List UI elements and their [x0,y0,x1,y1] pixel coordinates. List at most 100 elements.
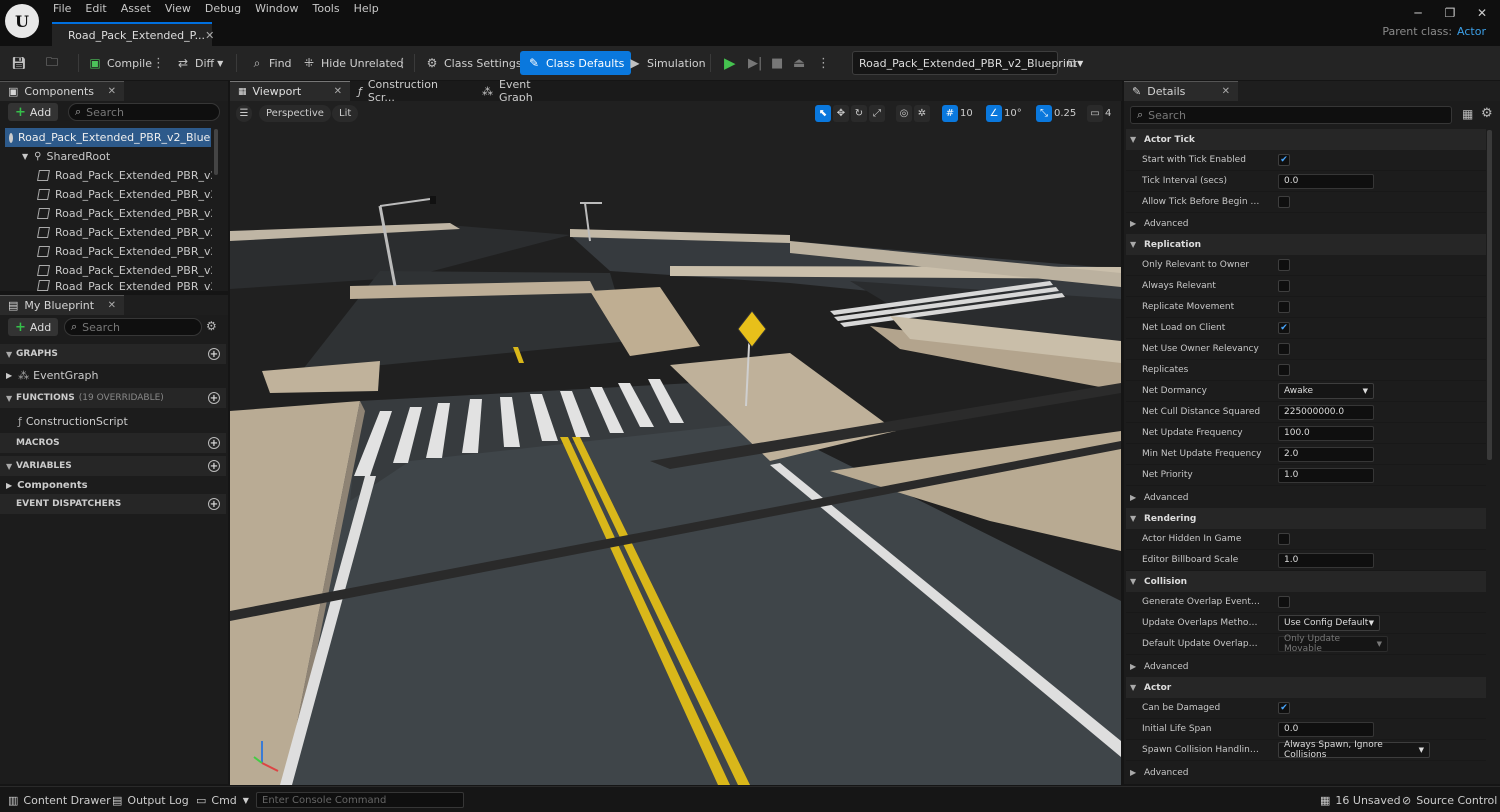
tree-item-mesh[interactable]: Road_Pack_Extended_PBR_v2_mai [0,223,212,242]
class-defaults-button[interactable]: ✎ Class Defaults [520,51,632,75]
content-drawer-button[interactable]: ▥ Content Drawer [8,792,111,808]
settings-gear-icon[interactable]: ⚙ [1481,106,1493,121]
close-icon[interactable]: ✕ [108,300,116,311]
tree-item-mesh[interactable]: Road_Pack_Extended_PBR_v2_med [0,185,212,204]
minimize-button[interactable]: ─ [1408,6,1428,22]
details-scrollbar[interactable] [1487,130,1492,460]
close-window-button[interactable]: ✕ [1472,6,1492,22]
camera-speed[interactable]: ▭ 4 [1087,105,1111,122]
output-log-button[interactable]: ▤ Output Log [112,792,189,808]
net-cull-field[interactable]: 225000000.0 [1278,404,1374,420]
menu-debug[interactable]: Debug [198,0,248,18]
advanced-collision[interactable]: ▶ Advanced [1126,656,1486,677]
hidden-in-game-checkbox[interactable] [1278,533,1290,545]
table-view-icon[interactable]: ▦ [1462,107,1473,121]
net-load-checkbox[interactable]: ✔ [1278,322,1290,334]
start-with-tick-checkbox[interactable]: ✔ [1278,154,1290,166]
section-functions[interactable]: ▼ FUNCTIONS (19 OVERRIDABLE) + [0,388,226,408]
find-options-button[interactable]: ⋮ [396,51,409,75]
life-span-field[interactable]: 0.0 [1278,721,1374,737]
close-icon[interactable]: ✕ [1222,86,1230,97]
add-component-button[interactable]: + Add [8,103,59,121]
allow-tick-checkbox[interactable] [1278,196,1290,208]
section-actor[interactable]: ▼ Actor [1126,677,1486,698]
scale-tool-icon[interactable]: ⤢ [869,105,885,122]
tick-interval-field[interactable]: 0.0 [1278,173,1374,189]
unreal-logo-icon[interactable]: U [5,4,39,38]
components-category[interactable]: ▶ Components [0,475,226,495]
tree-item-mesh[interactable]: Road_Pack_Extended_PBR_v2_ligh [0,261,212,280]
net-update-field[interactable]: 100.0 [1278,425,1374,441]
details-search-input[interactable]: ⌕ Search [1130,106,1452,124]
section-actor-tick[interactable]: ▼ Actor Tick [1126,129,1486,150]
tree-item-root[interactable]: Road_Pack_Extended_PBR_v2_Blueprint [5,128,211,147]
tree-item-mesh[interactable]: Road_Pack_Extended_PBR_v2_med [0,204,212,223]
translate-tool-icon[interactable]: ✥ [833,105,849,122]
settings-gear-icon[interactable]: ⚙ [206,319,217,333]
construction-script-item[interactable]: ƒ ConstructionScript [0,411,226,431]
grid-snap[interactable]: #10 [942,105,973,122]
components-tab[interactable]: ▣ Components ✕ [0,81,124,101]
net-priority-field[interactable]: 1.0 [1278,467,1374,483]
tab-construction-script[interactable]: ƒ Construction Scr... [350,78,474,104]
browse-button[interactable]: 🗀︎ [45,51,64,75]
perspective-button[interactable]: Perspective [259,105,331,122]
close-tab-icon[interactable]: ✕ [205,29,214,42]
tree-item-mesh[interactable]: Road_Pack_Extended_PBR_v2_cor [0,280,212,291]
menu-file[interactable]: File [46,0,78,18]
restore-button[interactable]: ❐ [1440,6,1460,22]
select-tool-icon[interactable]: ⬉ [815,105,831,122]
close-icon[interactable]: ✕ [334,86,342,97]
tab-event-graph[interactable]: ⁂ Event Graph [474,78,574,104]
diff-button[interactable]: ⇄ Diff ▼ [176,51,223,75]
stop-button[interactable]: ■ [771,51,783,75]
surface-snap-icon[interactable]: ✲ [914,105,930,122]
rotate-tool-icon[interactable]: ↻ [851,105,867,122]
menu-view[interactable]: View [158,0,198,18]
advanced-actor-tick[interactable]: ▶ Advanced [1126,213,1486,234]
my-blueprint-tab[interactable]: ▤ My Blueprint ✕ [0,295,124,315]
lit-button[interactable]: Lit [332,105,359,122]
save-button[interactable]: 💾︎ [11,51,31,75]
add-graph-icon[interactable]: + [208,348,220,360]
always-relevant-checkbox[interactable] [1278,280,1290,292]
section-collision[interactable]: ▼ Collision [1126,571,1486,592]
compile-options-button[interactable]: ⋮ [152,51,165,75]
rotation-snap[interactable]: ∠ 10° [986,105,1022,122]
section-event-dispatchers[interactable]: EVENT DISPATCHERS + [0,494,226,514]
eject-button[interactable]: ⏏ [793,51,805,75]
viewport-3d[interactable]: ☰ Perspective Lit ⬉ ✥ ↻ ⤢ ◎ ✲ #10 ∠ 10° ⤡… [230,101,1121,785]
scale-snap[interactable]: ⤡ 0.25 [1036,105,1076,122]
section-variables[interactable]: ▼ VARIABLES + [0,456,226,476]
my-blueprint-search-input[interactable]: ⌕ Search [64,318,202,336]
can-be-damaged-checkbox[interactable]: ✔ [1278,702,1290,714]
tree-item-mesh[interactable]: Road_Pack_Extended_PBR_v2_old_ [0,166,212,185]
add-dispatcher-icon[interactable]: + [208,498,220,510]
replicates-checkbox[interactable] [1278,364,1290,376]
class-settings-button[interactable]: ⚙ Class Settings [425,51,522,75]
tab-viewport[interactable]: ▦ Viewport ✕ [230,81,350,101]
viewport-options-button[interactable]: ☰ [236,105,252,122]
menu-edit[interactable]: Edit [78,0,113,18]
section-replication[interactable]: ▼ Replication [1126,234,1486,255]
tree-item-sharedroot[interactable]: ▼ ⚲ SharedRoot [0,147,212,166]
update-overlaps-dropdown[interactable]: Use Config Default ▼ [1278,615,1380,631]
compile-button[interactable]: ▣ Compile [88,51,152,75]
add-variable-icon[interactable]: + [208,460,220,472]
close-icon[interactable]: ✕ [108,86,116,97]
min-net-update-field[interactable]: 2.0 [1278,446,1374,462]
add-function-icon[interactable]: + [208,392,220,404]
parent-class-link[interactable]: Actor [1457,25,1486,38]
menu-asset[interactable]: Asset [114,0,158,18]
advanced-actor[interactable]: ▶ Advanced [1126,762,1486,783]
simulation-button[interactable]: ▶ Simulation [628,51,705,75]
hide-unrelated-button[interactable]: ⁜ Hide Unrelated [302,51,404,75]
step-button[interactable]: ▶︎| [748,51,762,75]
menu-tools[interactable]: Tools [305,0,346,18]
add-macro-icon[interactable]: + [208,437,220,449]
cmd-dropdown[interactable]: ▭ Cmd ▼ [196,792,249,808]
world-coordinates-icon[interactable]: ◎ [896,105,912,122]
find-button[interactable]: ⌕ Find [250,51,292,75]
billboard-scale-field[interactable]: 1.0 [1278,552,1374,568]
debug-object-button[interactable]: ⧉ [1065,51,1084,75]
